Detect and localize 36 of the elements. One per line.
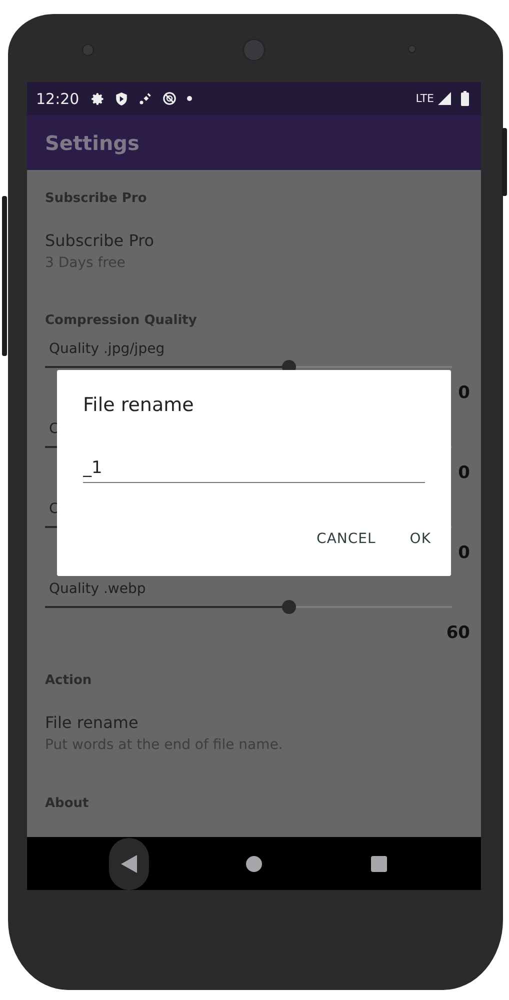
- no-sync-icon: [162, 91, 178, 106]
- slider[interactable]: [45, 600, 452, 614]
- dialog-title: File rename: [83, 393, 194, 418]
- sensor-icon: [408, 45, 416, 53]
- section-header: About: [44, 795, 90, 813]
- app-title: Settings: [45, 130, 140, 154]
- slider-value: 0: [458, 462, 470, 484]
- power-key: [502, 128, 507, 196]
- dialog-button[interactable]: CANCEL: [306, 523, 386, 555]
- slider-label: Quality .jpg/jpeg: [48, 340, 165, 358]
- network-type: LTE: [416, 92, 434, 105]
- section-header: Subscribe Pro: [44, 190, 148, 208]
- slider-value: 60: [446, 622, 470, 644]
- preference-title: File rename: [45, 713, 140, 733]
- slider-value: 0: [458, 542, 470, 564]
- gear-icon: [91, 92, 106, 106]
- satellite-icon: [138, 92, 152, 106]
- slider-value: 0: [458, 382, 470, 404]
- signal-icon: [438, 92, 451, 105]
- section-header: Action: [44, 672, 93, 690]
- recents-icon: [370, 856, 387, 872]
- slider-label: Quality .webp: [48, 580, 146, 598]
- battery-icon: [461, 91, 469, 106]
- input-field[interactable]: _1: [83, 452, 425, 483]
- status-time: 12:20: [36, 90, 80, 108]
- slider-thumb[interactable]: [282, 600, 296, 614]
- dialog-button[interactable]: OK: [400, 523, 441, 555]
- shield-icon: [115, 92, 128, 106]
- speaker-grille: [243, 39, 265, 61]
- section-header: Compression Quality: [44, 312, 198, 330]
- preference-title: Subscribe Pro: [45, 231, 156, 251]
- back-button[interactable]: [109, 838, 150, 890]
- dot-icon: [187, 96, 192, 101]
- back-icon: [121, 854, 138, 872]
- camera-icon: [82, 44, 94, 56]
- home-icon: [246, 856, 262, 872]
